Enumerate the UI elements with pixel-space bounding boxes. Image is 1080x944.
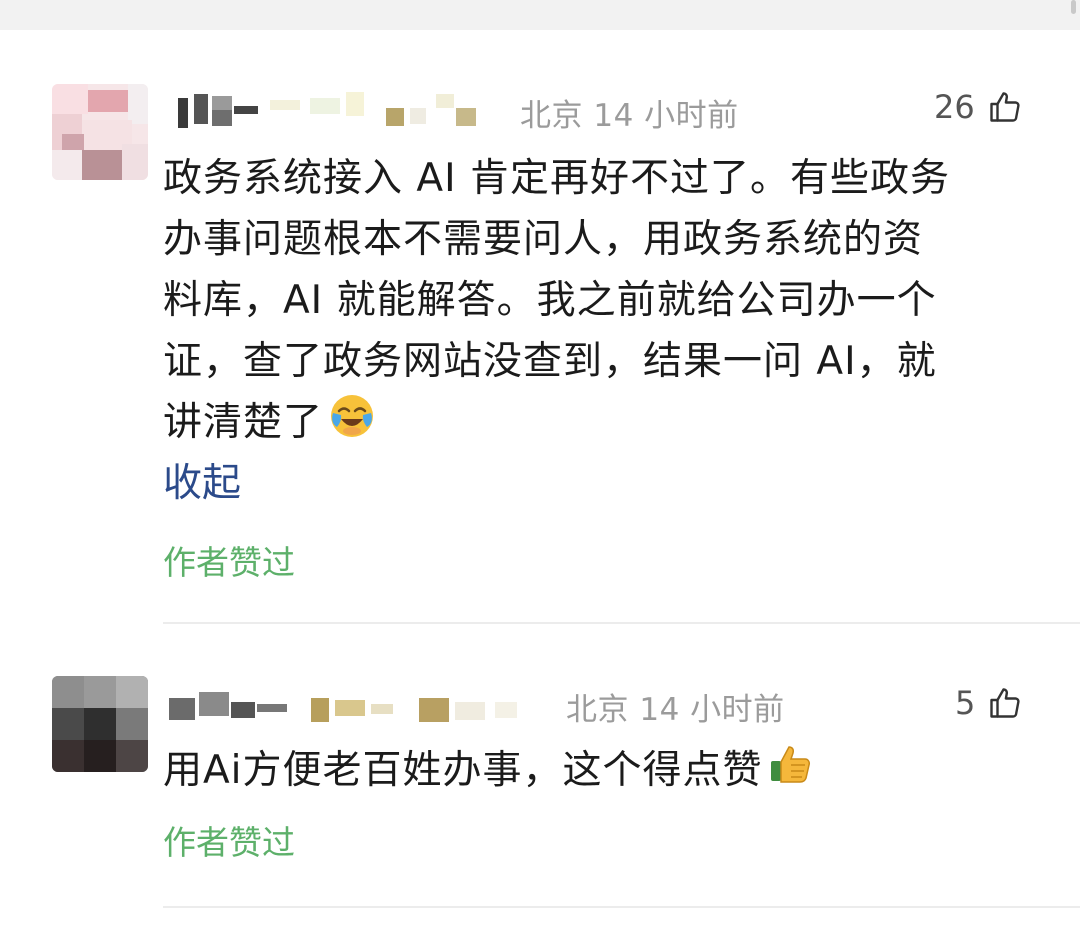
collapse-link[interactable]: 收起 xyxy=(163,452,241,508)
comment-text: 用Ai方便老百姓办事，这个得点赞 xyxy=(163,740,813,805)
laughing-crying-face-emoji-icon xyxy=(329,393,375,457)
comment-text-line-last: 用Ai方便老百姓办事，这个得点赞 xyxy=(163,740,813,805)
comment-divider xyxy=(163,622,1080,624)
like-count: 5 xyxy=(955,684,976,722)
comment-meta: 北京 14 小时前 xyxy=(520,98,739,134)
comment-text-line: 料库，AI 就能解答。我之前就给公司办一个 xyxy=(163,278,937,323)
comment-text: 政务系统接入 AI 肯定再好不过了。有些政务 办事问题根本不需要问人，用政务系统… xyxy=(163,148,950,457)
like-button[interactable]: 26 xyxy=(934,88,1023,126)
comment-text-fragment: 讲清楚了 xyxy=(163,400,324,445)
avatar[interactable] xyxy=(52,676,148,772)
thumbs-up-icon xyxy=(987,89,1023,125)
thumbs-up-emoji-icon xyxy=(767,741,813,805)
comment-item: 北京 14 小时前 5 用Ai方便老百姓办事，这个得点赞 作者赞过 xyxy=(0,630,1080,944)
author-liked-badge: 作者赞过 xyxy=(163,543,295,582)
comment-item: 北京 14 小时前 26 政务系统接入 AI 肯定再好不过了。有些政务 办事问题… xyxy=(0,0,1080,630)
comment-text-line: 办事问题根本不需要问人，用政务系统的资 xyxy=(163,217,924,262)
username-blurred[interactable] xyxy=(165,682,555,722)
comment-text-fragment: 用Ai方便老百姓办事，这个得点赞 xyxy=(163,748,763,793)
thumbs-up-icon xyxy=(987,685,1023,721)
comment-meta: 北京 14 小时前 xyxy=(566,692,785,728)
comment-divider xyxy=(163,906,1080,908)
username-blurred[interactable] xyxy=(170,88,500,128)
author-liked-badge: 作者赞过 xyxy=(163,823,295,862)
comment-text-line: 政务系统接入 AI 肯定再好不过了。有些政务 xyxy=(163,156,950,201)
like-button[interactable]: 5 xyxy=(955,684,1023,722)
comment-text-line: 证，查了政务网站没查到，结果一问 AI，就 xyxy=(163,339,937,384)
comment-text-line-last: 讲清楚了 xyxy=(163,392,950,457)
avatar[interactable] xyxy=(52,84,148,180)
like-count: 26 xyxy=(934,88,975,126)
